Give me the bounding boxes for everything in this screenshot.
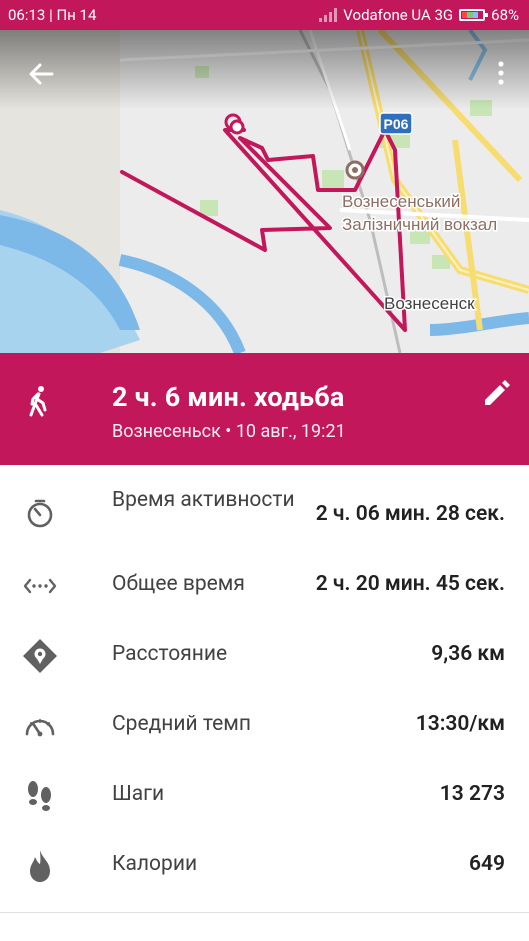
map-header-gradient — [0, 30, 529, 110]
stat-value: 2 ч. 06 мин. 28 сек. — [315, 502, 505, 526]
station-label-line1: Вознесенський — [342, 192, 460, 211]
stat-row-pace: Средний темп 13:30/км — [0, 708, 529, 744]
stat-label: Средний темп — [112, 712, 251, 736]
carrier-name: Vodafone UA 3G — [343, 6, 454, 24]
stat-row-active-time: Время активности 2 ч. 06 мин. 28 сек. — [0, 486, 529, 546]
more-options-button[interactable] — [489, 56, 513, 92]
status-time: 06:13 | Пн 14 — [8, 6, 97, 24]
edit-button[interactable] — [481, 379, 511, 409]
activity-summary: 2 ч. 6 мин. ходьба Вознесеньск • 10 авг.… — [0, 353, 529, 465]
activity-subtitle: Вознесеньск • 10 авг., 19:21 — [112, 421, 346, 442]
stat-row-calories: Калории 649 — [0, 848, 529, 884]
battery-percent: 68% — [491, 6, 519, 24]
road-badge: Р06 — [384, 116, 409, 132]
pace-icon — [25, 719, 55, 737]
stat-row-distance: Расстояние 9,36 км — [0, 638, 529, 674]
stat-label: Общее время — [112, 572, 245, 596]
stat-value: 2 ч. 20 мин. 45 сек. — [315, 572, 505, 596]
stat-row-steps: Шаги 13 273 — [0, 778, 529, 814]
stat-value: 9,36 км — [431, 642, 505, 666]
back-arrow-icon — [29, 63, 54, 85]
battery-icon — [459, 9, 489, 21]
stat-value: 649 — [469, 852, 505, 876]
calories-icon — [30, 850, 50, 882]
status-right: Vodafone UA 3G 68% — [319, 6, 519, 24]
city-label: Вознесенск — [384, 294, 475, 313]
activity-title: 2 ч. 6 мин. ходьба — [112, 381, 345, 413]
timer-icon — [27, 499, 53, 528]
stat-label: Калории — [112, 852, 198, 876]
stat-label: Время активности — [112, 488, 295, 512]
steps-icon — [28, 781, 51, 811]
stat-row-total-time: Общее время 2 ч. 20 мин. 45 сек. — [0, 568, 529, 604]
back-button[interactable] — [22, 56, 62, 92]
distance-icon — [23, 639, 57, 673]
stat-label: Шаги — [112, 782, 165, 806]
edit-pencil-icon — [485, 380, 510, 405]
route-map[interactable]: Р06 Вознесенський Залізничний вокзал Воз… — [0, 30, 529, 353]
status-bar: 06:13 | Пн 14 Vodafone UA 3G 68% — [0, 0, 529, 30]
signal-icon — [319, 8, 338, 22]
walking-icon — [29, 386, 47, 417]
bottom-divider — [0, 912, 529, 913]
stat-value: 13:30/км — [415, 712, 505, 736]
stat-label: Расстояние — [112, 642, 228, 666]
more-vert-icon — [498, 61, 504, 85]
stat-value: 13 273 — [439, 782, 505, 806]
total-time-icon — [23, 578, 57, 594]
station-label-line2: Залізничний вокзал — [342, 215, 497, 234]
